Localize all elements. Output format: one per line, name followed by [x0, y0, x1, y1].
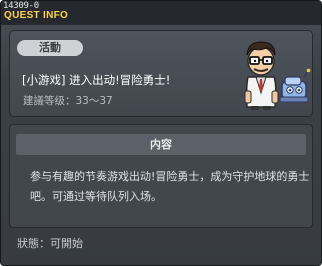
robot-pet-icon	[279, 68, 311, 103]
quest-summary-panel: 活動 [小游戏] 进入出动!冒险勇士! 建議等级：33～37	[9, 30, 313, 117]
recommended-level: 建議等级：33～37	[23, 95, 113, 107]
category-badge: 活動	[17, 40, 83, 56]
content-panel: 内容 参与有趣的节奏游戏出动!冒险勇士，成为守护地球的勇士吧。可通过等待队列入场…	[9, 124, 313, 228]
window-title: QUEST INFO	[4, 10, 69, 21]
content-section-header: 内容	[16, 134, 306, 155]
quest-name: [小游戏] 进入出动!冒险勇士!	[22, 73, 171, 87]
scientist-npc-icon	[244, 41, 311, 110]
quest-description: 参与有趣的节奏游戏出动!冒险勇士，成为守护地球的勇士吧。可通过等待队列入场。	[30, 170, 310, 203]
quest-info-window: 14309-0 QUEST INFO 活動 [小游戏] 进入出动!冒险勇士! 建…	[0, 0, 322, 266]
title-bar[interactable]: 14309-0 QUEST INFO	[1, 1, 321, 25]
quest-status: 狀態：可開始	[17, 237, 83, 250]
